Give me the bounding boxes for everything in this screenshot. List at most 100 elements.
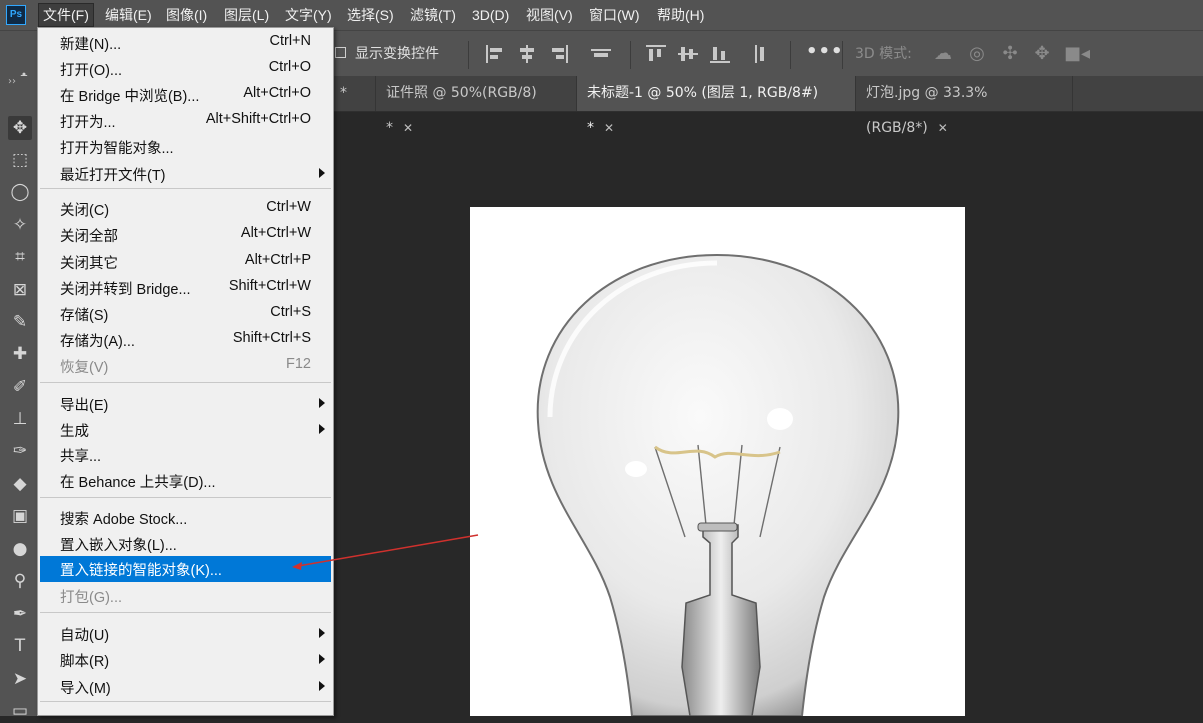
3d-scale-icon[interactable]: ■◂: [1064, 43, 1090, 65]
eyedropper-tool-icon[interactable]: ✎: [8, 310, 32, 334]
3d-mode-label: 3D 模式:: [855, 46, 912, 62]
menu-view[interactable]: 视图(V): [522, 0, 577, 30]
menu-item-search-adobe-stock[interactable]: 搜索 Adobe Stock...: [40, 505, 331, 529]
3d-slide-icon[interactable]: ✥: [1031, 43, 1053, 65]
history-brush-tool-icon[interactable]: ✑: [8, 439, 32, 463]
frame-tool-icon[interactable]: ⊠: [8, 278, 32, 302]
menu-item-place-linked[interactable]: 置入链接的智能对象(K)...: [40, 556, 331, 582]
align-bottom-icon[interactable]: [709, 44, 731, 64]
distribute-vertical-icon[interactable]: [590, 44, 612, 64]
menu-item-close-all[interactable]: 关闭全部 Alt+Ctrl+W: [40, 222, 331, 246]
menu-file[interactable]: 文件(F): [38, 3, 94, 27]
show-transform-label: 显示变换控件: [355, 46, 439, 62]
3d-orbit-icon[interactable]: ☁: [932, 43, 954, 65]
healing-brush-tool-icon[interactable]: ✚: [8, 342, 32, 366]
menu-item-label: 脚本(R): [60, 654, 110, 670]
align-horizontal-center-icon[interactable]: [516, 44, 538, 64]
menu-item-label: 新建(N)...: [60, 37, 122, 53]
distribute-horizontal-icon[interactable]: [751, 44, 773, 64]
dodge-tool-icon[interactable]: ⚲: [8, 569, 32, 593]
menu-image[interactable]: 图像(I): [162, 0, 211, 30]
move-tool-icon[interactable]: ✥: [8, 116, 32, 140]
menu-item-generate[interactable]: 生成: [40, 417, 331, 441]
menu-type[interactable]: 文字(Y): [281, 0, 336, 30]
submenu-arrow-icon: [319, 628, 325, 638]
menu-item-label: 生成: [60, 424, 89, 440]
submenu-arrow-icon: [319, 168, 325, 178]
menu-item-label: 关闭全部: [60, 229, 118, 245]
rectangle-tool-icon[interactable]: ▭: [8, 699, 32, 723]
magic-wand-tool-icon[interactable]: ✧: [8, 213, 32, 237]
menu-item-revert: 恢复(V) F12: [40, 353, 331, 377]
separator: [790, 41, 791, 69]
menu-item-shortcut: F12: [286, 356, 311, 372]
menu-item-new[interactable]: 新建(N)... Ctrl+N: [40, 30, 331, 54]
tab-label: *: [340, 85, 347, 101]
menu-item-open-as[interactable]: 打开为... Alt+Shift+Ctrl+O: [40, 108, 331, 132]
marquee-tool-icon[interactable]: ⬚: [8, 148, 32, 172]
menu-edit[interactable]: 编辑(E): [101, 0, 156, 30]
tab-label: 未标题-1 @ 50% (图层 1, RGB/8#) *: [587, 85, 819, 136]
menu-item-label: 置入嵌入对象(L)...: [60, 538, 177, 554]
menu-help[interactable]: 帮助(H): [653, 0, 708, 30]
menu-select[interactable]: 选择(S): [343, 0, 398, 30]
tab-document-prev[interactable]: *: [330, 76, 376, 111]
brush-tool-icon[interactable]: ✐: [8, 375, 32, 399]
menu-item-label: 导入(M): [60, 681, 111, 697]
menu-item-shortcut: Alt+Ctrl+W: [240, 225, 311, 241]
menu-item-package: 打包(G)...: [40, 583, 331, 607]
menu-3d[interactable]: 3D(D): [468, 0, 513, 30]
separator: [842, 41, 843, 69]
menu-item-browse-bridge[interactable]: 在 Bridge 中浏览(B)... Alt+Ctrl+O: [40, 82, 331, 106]
menu-item-save[interactable]: 存储(S) Ctrl+S: [40, 301, 331, 325]
clone-stamp-tool-icon[interactable]: ⊥: [8, 407, 32, 431]
menu-item-close[interactable]: 关闭(C) Ctrl+W: [40, 196, 331, 220]
more-options-icon[interactable]: •••: [806, 41, 844, 62]
menu-item-label: 关闭其它: [60, 256, 118, 272]
submenu-arrow-icon: [319, 424, 325, 434]
menu-item-open[interactable]: 打开(O)... Ctrl+O: [40, 56, 331, 80]
menu-item-close-go-bridge[interactable]: 关闭并转到 Bridge... Shift+Ctrl+W: [40, 275, 331, 299]
menu-item-shortcut: Alt+Ctrl+O: [243, 85, 311, 101]
menu-item-share-behance[interactable]: 在 Behance 上共享(D)...: [40, 468, 331, 492]
menu-item-place-embedded[interactable]: 置入嵌入对象(L)...: [40, 531, 331, 555]
menu-layer[interactable]: 图层(L): [220, 0, 273, 30]
menu-item-recent-files[interactable]: 最近打开文件(T): [40, 161, 331, 185]
pen-tool-icon[interactable]: ✒: [8, 602, 32, 626]
close-icon[interactable]: ✕: [604, 121, 614, 135]
align-left-icon[interactable]: [484, 44, 506, 64]
menu-item-share[interactable]: 共享...: [40, 442, 331, 466]
3d-pan-icon[interactable]: ✣: [999, 43, 1021, 65]
lasso-tool-icon[interactable]: ◯: [8, 180, 32, 204]
tab-lightbulb[interactable]: 灯泡.jpg @ 33.3%(RGB/8*) ✕: [856, 76, 1073, 136]
file-menu-dropdown: 新建(N)... Ctrl+N 打开(O)... Ctrl+O 在 Bridge…: [37, 27, 334, 716]
eraser-tool-icon[interactable]: ◆: [8, 472, 32, 496]
menu-item-close-others[interactable]: 关闭其它 Alt+Ctrl+P: [40, 249, 331, 273]
menu-item-import[interactable]: 导入(M): [40, 674, 331, 698]
submenu-arrow-icon: [319, 654, 325, 664]
menu-item-scripts[interactable]: 脚本(R): [40, 647, 331, 671]
close-icon[interactable]: ✕: [403, 121, 413, 135]
menu-item-automate[interactable]: 自动(U): [40, 621, 331, 645]
menu-item-save-as[interactable]: 存储为(A)... Shift+Ctrl+S: [40, 327, 331, 351]
blur-tool-icon[interactable]: ●: [8, 537, 32, 561]
align-vertical-center-icon[interactable]: [677, 44, 699, 64]
menu-item-open-smart-object[interactable]: 打开为智能对象...: [40, 134, 331, 158]
tab-id-photo[interactable]: 证件照 @ 50%(RGB/8) * ✕: [376, 76, 577, 136]
document-canvas[interactable]: [470, 207, 965, 716]
tab-untitled-1[interactable]: 未标题-1 @ 50% (图层 1, RGB/8#) * ✕: [577, 76, 856, 136]
menu-item-export[interactable]: 导出(E): [40, 391, 331, 415]
menu-item-shortcut: Alt+Shift+Ctrl+O: [205, 111, 311, 127]
type-tool-icon[interactable]: T: [8, 634, 32, 658]
close-icon[interactable]: ✕: [938, 121, 948, 135]
crop-tool-icon[interactable]: ⌗: [8, 245, 32, 269]
path-selection-tool-icon[interactable]: ➤: [8, 667, 32, 691]
align-top-icon[interactable]: [645, 44, 667, 64]
gradient-tool-icon[interactable]: ▣: [8, 504, 32, 528]
menu-window[interactable]: 窗口(W): [585, 0, 644, 30]
menu-filter[interactable]: 滤镜(T): [406, 0, 460, 30]
align-right-icon[interactable]: [548, 44, 570, 64]
show-transform-checkbox[interactable]: [335, 47, 346, 58]
3d-roll-icon[interactable]: ◎: [966, 43, 988, 65]
collapse-icon[interactable]: ››: [8, 76, 16, 87]
